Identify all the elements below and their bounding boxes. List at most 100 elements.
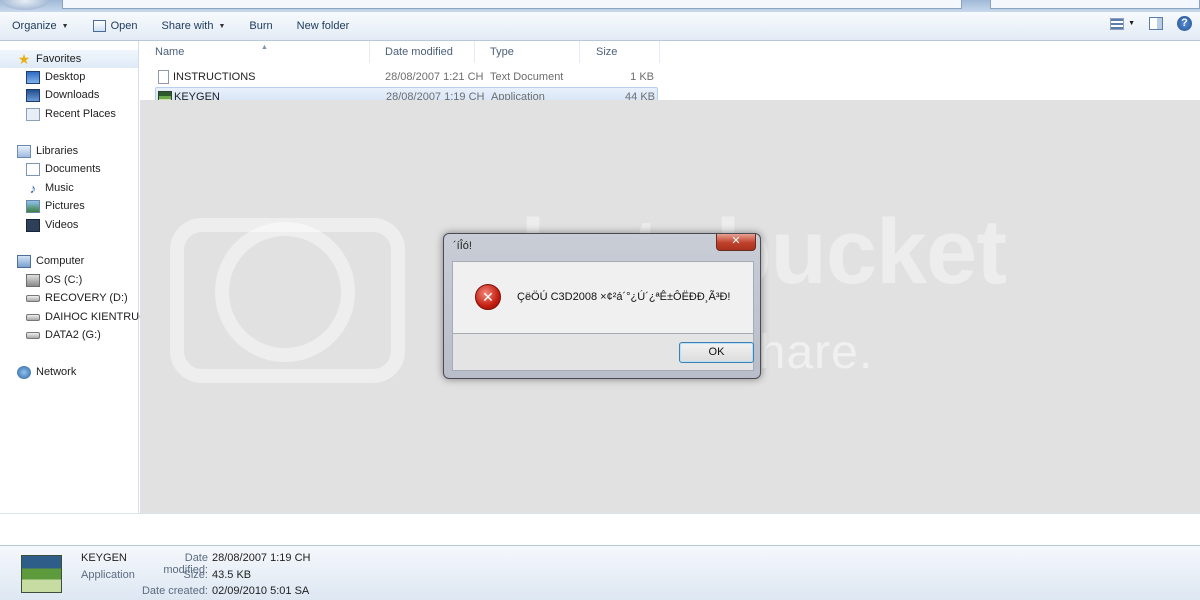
- list-footer: [0, 513, 1200, 545]
- sidebar-item-label: Pictures: [45, 200, 85, 212]
- organize-button[interactable]: Organize ▼: [0, 15, 81, 37]
- open-label: Open: [110, 20, 138, 32]
- libraries-icon: [17, 144, 31, 158]
- file-date: 28/08/2007 1:21 CH: [385, 71, 484, 83]
- text-file-icon: [158, 70, 169, 84]
- sidebar-item-documents[interactable]: Documents: [26, 160, 101, 178]
- details-file-type: Application: [81, 569, 135, 581]
- address-bar-strip: [0, 0, 1200, 12]
- column-header-size[interactable]: Size: [580, 41, 660, 63]
- open-icon: [92, 20, 106, 32]
- desktop-icon: [26, 70, 40, 84]
- open-button[interactable]: Open: [81, 15, 150, 37]
- close-icon: ✕: [731, 235, 741, 247]
- preview-pane-icon[interactable]: [1149, 17, 1163, 30]
- navigation-pane: ★ Favorites Desktop Downloads Recent Pla…: [0, 41, 147, 513]
- burn-button[interactable]: Burn: [237, 15, 284, 37]
- search-box[interactable]: [990, 0, 1200, 9]
- music-icon: ♪: [29, 180, 37, 196]
- sidebar-item-recent-places[interactable]: Recent Places: [26, 105, 116, 123]
- dialog-button-bar: OK: [452, 334, 754, 371]
- new-folder-label: New folder: [296, 20, 350, 32]
- column-header-date[interactable]: Date modified: [370, 41, 475, 63]
- sidebar-item-daihoc-kientruc[interactable]: DAIHOC KIENTRUC: [26, 308, 147, 326]
- error-dialog: ´íÎó! ✕ ✕ ÇëÖÚ C3D2008 ×¢²á´°¿Ú´¿ªÊ±ÔËÐÐ…: [443, 233, 761, 379]
- chevron-down-icon: ▼: [61, 22, 69, 30]
- documents-icon: [26, 162, 40, 176]
- downloads-icon: [26, 88, 40, 102]
- date-modified-value: 28/08/2007 1:19 CH: [212, 552, 311, 564]
- drive-icon: [26, 331, 40, 339]
- organize-label: Organize: [12, 20, 57, 32]
- date-created-value: 02/09/2010 5:01 SA: [212, 585, 310, 597]
- sidebar-item-libraries[interactable]: Libraries: [17, 142, 78, 160]
- sidebar-item-pictures[interactable]: Pictures: [26, 197, 85, 215]
- network-icon: [17, 365, 31, 379]
- view-options-icon: [1110, 17, 1125, 30]
- address-bar[interactable]: [62, 0, 962, 9]
- back-forward-buttons[interactable]: [2, 0, 48, 10]
- sidebar-item-desktop[interactable]: Desktop: [26, 68, 85, 86]
- sidebar-item-label: Downloads: [45, 89, 100, 101]
- file-type: Text Document: [490, 71, 564, 83]
- sidebar-item-music[interactable]: ♪ Music: [26, 179, 74, 197]
- drive-icon: [26, 313, 40, 321]
- file-thumbnail-icon: [21, 555, 62, 593]
- column-label: Type: [490, 46, 514, 58]
- sidebar-item-label: RECOVERY (D:): [45, 292, 128, 304]
- change-view-button[interactable]: ▼: [1110, 17, 1135, 30]
- sidebar-item-label: OS (C:): [45, 274, 83, 286]
- file-size: 1 KB: [630, 71, 654, 83]
- os-drive-icon: [26, 273, 40, 287]
- share-with-button[interactable]: Share with ▼: [150, 15, 238, 37]
- details-pane: KEYGEN Application Date modified: 28/08/…: [0, 545, 1200, 600]
- command-bar: Organize ▼ Open Share with ▼ Burn New fo…: [0, 12, 1200, 41]
- column-label: Date modified: [385, 46, 453, 58]
- column-header-type[interactable]: Type: [475, 41, 580, 63]
- star-icon: ★: [17, 50, 31, 67]
- sidebar-item-label: Music: [45, 182, 74, 194]
- error-icon: ✕: [475, 284, 501, 310]
- chevron-down-icon: ▼: [1128, 20, 1135, 27]
- sidebar-item-label: Computer: [36, 255, 85, 267]
- dialog-title: ´íÎó!: [453, 240, 472, 252]
- ok-button[interactable]: OK: [679, 342, 754, 363]
- sidebar-item-network[interactable]: Network: [17, 363, 76, 381]
- pictures-icon: [26, 199, 40, 213]
- computer-icon: [17, 254, 31, 268]
- column-header-name[interactable]: Name ▲: [140, 41, 370, 63]
- dialog-body: ✕ ÇëÖÚ C3D2008 ×¢²á´°¿Ú´¿ªÊ±ÔËÐÐ¸Ã³Ð!: [452, 261, 754, 334]
- column-label: Name: [155, 46, 185, 58]
- watermark-lens-icon: [215, 222, 355, 362]
- videos-icon: [26, 218, 40, 232]
- sidebar-item-os-c[interactable]: OS (C:): [26, 271, 82, 289]
- size-label: Size:: [183, 569, 208, 581]
- sidebar-item-label: Desktop: [45, 71, 86, 83]
- chevron-down-icon: ▼: [218, 22, 226, 30]
- sidebar-item-label: DAIHOC KIENTRUC: [45, 311, 148, 323]
- column-label: Size: [596, 46, 618, 58]
- sort-arrow-icon: ▲: [261, 44, 268, 51]
- file-name: INSTRUCTIONS: [173, 71, 256, 83]
- sidebar-item-videos[interactable]: Videos: [26, 216, 78, 234]
- burn-label: Burn: [249, 20, 273, 32]
- details-file-name: KEYGEN: [81, 552, 127, 564]
- sidebar-item-label: Documents: [45, 163, 101, 175]
- size-value: 43.5 KB: [212, 569, 252, 581]
- sidebar-item-downloads[interactable]: Downloads: [26, 86, 99, 104]
- drive-icon: [26, 294, 40, 302]
- sidebar-item-favorites[interactable]: ★ Favorites: [0, 50, 138, 68]
- sidebar-item-label: Favorites: [36, 53, 82, 65]
- dialog-message: ÇëÖÚ C3D2008 ×¢²á´°¿Ú´¿ªÊ±ÔËÐÐ¸Ã³Ð!: [517, 291, 731, 303]
- sidebar-item-computer[interactable]: Computer: [17, 252, 84, 270]
- sidebar-item-recovery-d[interactable]: RECOVERY (D:): [26, 289, 128, 307]
- sidebar-item-label: Recent Places: [45, 108, 116, 120]
- date-created-label: Date created:: [141, 585, 208, 597]
- new-folder-button[interactable]: New folder: [285, 15, 362, 37]
- help-icon[interactable]: ?: [1177, 16, 1192, 31]
- file-row-instructions[interactable]: INSTRUCTIONS 28/08/2007 1:21 CH Text Doc…: [155, 68, 658, 86]
- close-button[interactable]: ✕: [716, 234, 756, 251]
- sidebar-item-data2-g[interactable]: DATA2 (G:): [26, 326, 101, 344]
- sidebar-item-label: Network: [36, 366, 77, 378]
- sidebar-item-label: Videos: [45, 219, 79, 231]
